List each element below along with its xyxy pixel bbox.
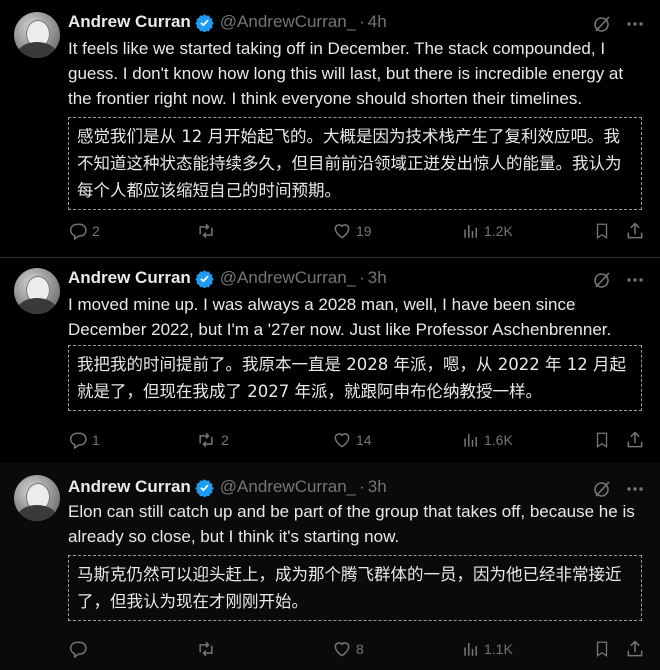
reply-count: 1 (92, 432, 100, 448)
views-icon (462, 430, 480, 450)
repost-icon (195, 639, 217, 659)
repost-button[interactable] (195, 219, 221, 243)
like-icon (332, 430, 352, 450)
timestamp[interactable]: 3h (368, 477, 387, 497)
avatar[interactable] (14, 12, 60, 58)
views-count: 1.1K (484, 641, 513, 657)
tweet-text: I moved mine up. I was always a 2028 man… (68, 295, 612, 339)
translation-box: 感觉我们是从 12 月开始起飞的。大概是因为技术栈产生了复利效应吧。我不知道这种… (68, 117, 642, 210)
repost-button[interactable] (195, 637, 221, 661)
share-icon (625, 639, 645, 659)
grok-icon[interactable] (592, 270, 612, 290)
translation-box: 我把我的时间提前了。我原本一直是 2028 年派，嗯，从 2022 年 12 月… (68, 345, 642, 411)
reply-button[interactable]: 1 (68, 428, 100, 452)
more-icon[interactable] (626, 486, 644, 492)
header-actions (592, 479, 644, 499)
reply-count: 2 (92, 223, 100, 239)
views-icon (462, 221, 480, 241)
views-icon (462, 639, 480, 659)
repost-icon (195, 221, 217, 241)
views-button[interactable]: 1.1K (462, 637, 513, 661)
share-button[interactable] (625, 637, 645, 661)
reply-icon (68, 221, 88, 241)
share-icon (625, 430, 645, 450)
author-name[interactable]: Andrew Curran (68, 477, 191, 497)
bookmark-icon (593, 430, 611, 450)
header-actions (592, 14, 644, 34)
reply-button[interactable]: 2 (68, 219, 100, 243)
tweet-header: Andrew Curran @AndrewCurran_ · 3h (68, 266, 387, 290)
translation-box: 马斯克仍然可以迎头赶上，成为那个腾飞群体的一员，因为他已经非常接近了，但我认为现… (68, 555, 642, 621)
like-button[interactable]: 8 (332, 637, 364, 661)
bookmark-icon (593, 639, 611, 659)
tweet[interactable]: Andrew Curran @AndrewCurran_ · 4h It fee… (0, 0, 660, 258)
tweet-text: It feels like we started taking off in D… (68, 39, 624, 108)
views-button[interactable]: 1.2K (462, 219, 513, 243)
verified-badge-icon (195, 13, 214, 33)
separator: · (359, 477, 365, 496)
tweet[interactable]: Andrew Curran @AndrewCurran_ · 3h I move… (0, 257, 660, 464)
views-count: 1.6K (484, 432, 513, 448)
like-icon (332, 221, 352, 241)
views-count: 1.2K (484, 223, 513, 239)
action-bar: 8 1.1K (68, 637, 648, 661)
more-icon[interactable] (626, 21, 644, 27)
bookmark-icon (593, 221, 611, 241)
share-button[interactable] (625, 219, 645, 243)
author-handle[interactable]: @AndrewCurran_ (220, 12, 356, 32)
share-button[interactable] (625, 428, 645, 452)
tweet-header: Andrew Curran @AndrewCurran_ · 4h (68, 10, 387, 34)
bookmark-button[interactable] (593, 637, 611, 661)
reply-button[interactable] (68, 637, 92, 661)
author-name[interactable]: Andrew Curran (68, 268, 191, 288)
header-actions (592, 270, 644, 290)
author-handle[interactable]: @AndrewCurran_ (220, 477, 356, 497)
grok-icon[interactable] (592, 14, 612, 34)
like-button[interactable]: 14 (332, 428, 372, 452)
tweet-text: Elon can still catch up and be part of t… (68, 502, 635, 546)
reply-icon (68, 639, 88, 659)
tweet-header: Andrew Curran @AndrewCurran_ · 3h (68, 475, 387, 499)
bookmark-button[interactable] (593, 219, 611, 243)
verified-badge-icon (195, 269, 214, 289)
like-icon (332, 639, 352, 659)
more-icon[interactable] (626, 277, 644, 283)
like-button[interactable]: 19 (332, 219, 372, 243)
action-bar: 2 19 1.2K (68, 219, 648, 243)
author-handle[interactable]: @AndrewCurran_ (220, 268, 356, 288)
tweet[interactable]: Andrew Curran @AndrewCurran_ · 3h Elon c… (0, 463, 660, 670)
views-button[interactable]: 1.6K (462, 428, 513, 452)
reply-icon (68, 430, 88, 450)
repost-count: 2 (221, 432, 229, 448)
repost-icon (195, 430, 217, 450)
repost-button[interactable]: 2 (195, 428, 229, 452)
like-count: 8 (356, 641, 364, 657)
bookmark-button[interactable] (593, 428, 611, 452)
avatar[interactable] (14, 475, 60, 521)
timestamp[interactable]: 4h (368, 12, 387, 32)
like-count: 19 (356, 223, 372, 239)
like-count: 14 (356, 432, 372, 448)
grok-icon[interactable] (592, 479, 612, 499)
separator: · (359, 12, 365, 31)
timestamp[interactable]: 3h (368, 268, 387, 288)
separator: · (359, 268, 365, 287)
action-bar: 1 2 14 1.6K (68, 428, 648, 452)
avatar[interactable] (14, 268, 60, 314)
verified-badge-icon (195, 478, 214, 498)
author-name[interactable]: Andrew Curran (68, 12, 191, 32)
share-icon (625, 221, 645, 241)
